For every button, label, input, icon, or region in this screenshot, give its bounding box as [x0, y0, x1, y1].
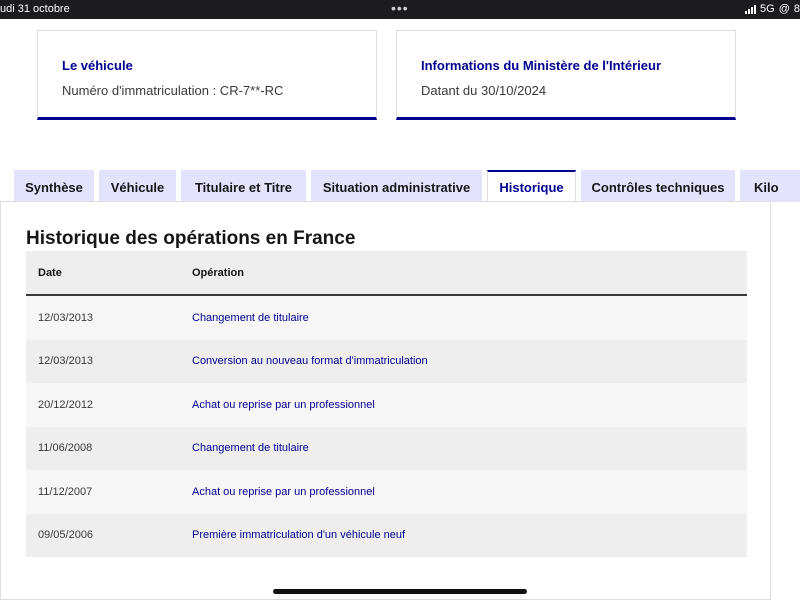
table-row: 11/06/2008 Changement de titulaire	[26, 426, 747, 470]
at-icon: @	[778, 3, 790, 15]
table-row: 11/12/2007 Achat ou reprise par un profe…	[26, 470, 747, 514]
card-title: Le véhicule	[62, 58, 133, 73]
card-title: Informations du Ministère de l'Intérieur	[421, 58, 662, 73]
card-text: Numéro d'immatriculation : CR-7**-RC	[62, 83, 284, 98]
tab-controles-techniques[interactable]: Contrôles techniques	[581, 170, 735, 202]
row-date: 12/03/2013	[26, 339, 192, 383]
row-operation-link[interactable]: Changement de titulaire	[192, 426, 747, 470]
table-row: 12/03/2013 Changement de titulaire	[26, 295, 747, 340]
network-type: 5G	[760, 3, 775, 15]
tab-titulaire-et-titre[interactable]: Titulaire et Titre	[181, 170, 306, 202]
row-operation-link[interactable]: Conversion au nouveau format d'immatricu…	[192, 339, 747, 383]
ministry-card: Informations du Ministère de l'Intérieur…	[396, 30, 736, 120]
section-title: Historique des opérations en France	[26, 228, 356, 249]
row-operation-link[interactable]: Changement de titulaire	[192, 295, 747, 340]
battery-label: 8	[793, 3, 800, 15]
tab-kilometrage[interactable]: Kilo	[740, 170, 800, 202]
row-date: 11/06/2008	[26, 426, 192, 470]
home-indicator[interactable]	[273, 589, 527, 594]
signal-icon	[745, 4, 757, 14]
row-operation-link[interactable]: Achat ou reprise par un professionnel	[192, 470, 747, 514]
row-date: 09/05/2006	[26, 513, 192, 557]
table-row: 09/05/2006 Première immatriculation d'un…	[26, 513, 747, 557]
vehicle-card: Le véhicule Numéro d'immatriculation : C…	[37, 30, 377, 120]
table-header-row: Date Opération	[26, 251, 747, 296]
row-operation-link[interactable]: Achat ou reprise par un professionnel	[192, 383, 747, 427]
status-right: 5G @ 8	[745, 3, 800, 15]
tab-historique[interactable]: Historique	[487, 170, 576, 202]
row-date: 20/12/2012	[26, 383, 192, 427]
column-header-date: Date	[26, 251, 192, 296]
row-date: 11/12/2007	[26, 470, 192, 514]
history-table: Date Opération 12/03/2013 Changement de …	[26, 251, 747, 557]
column-header-operation: Opération	[192, 251, 747, 296]
row-operation-link[interactable]: Première immatriculation d'un véhicule n…	[192, 513, 747, 557]
tab-list: Synthèse Véhicule Titulaire et Titre Sit…	[14, 170, 800, 202]
status-bar: udi 31 octobre ••• 5G @ 8	[0, 0, 800, 19]
tab-vehicule[interactable]: Véhicule	[99, 170, 176, 202]
status-date: udi 31 octobre	[0, 3, 70, 15]
row-date: 12/03/2013	[26, 295, 192, 340]
table-row: 12/03/2013 Conversion au nouveau format …	[26, 339, 747, 383]
tab-synthese[interactable]: Synthèse	[14, 170, 94, 202]
table-row: 20/12/2012 Achat ou reprise par un profe…	[26, 383, 747, 427]
multitasking-dots-icon[interactable]: •••	[391, 0, 409, 16]
tab-situation-administrative[interactable]: Situation administrative	[311, 170, 482, 202]
card-text: Datant du 30/10/2024	[421, 83, 547, 98]
